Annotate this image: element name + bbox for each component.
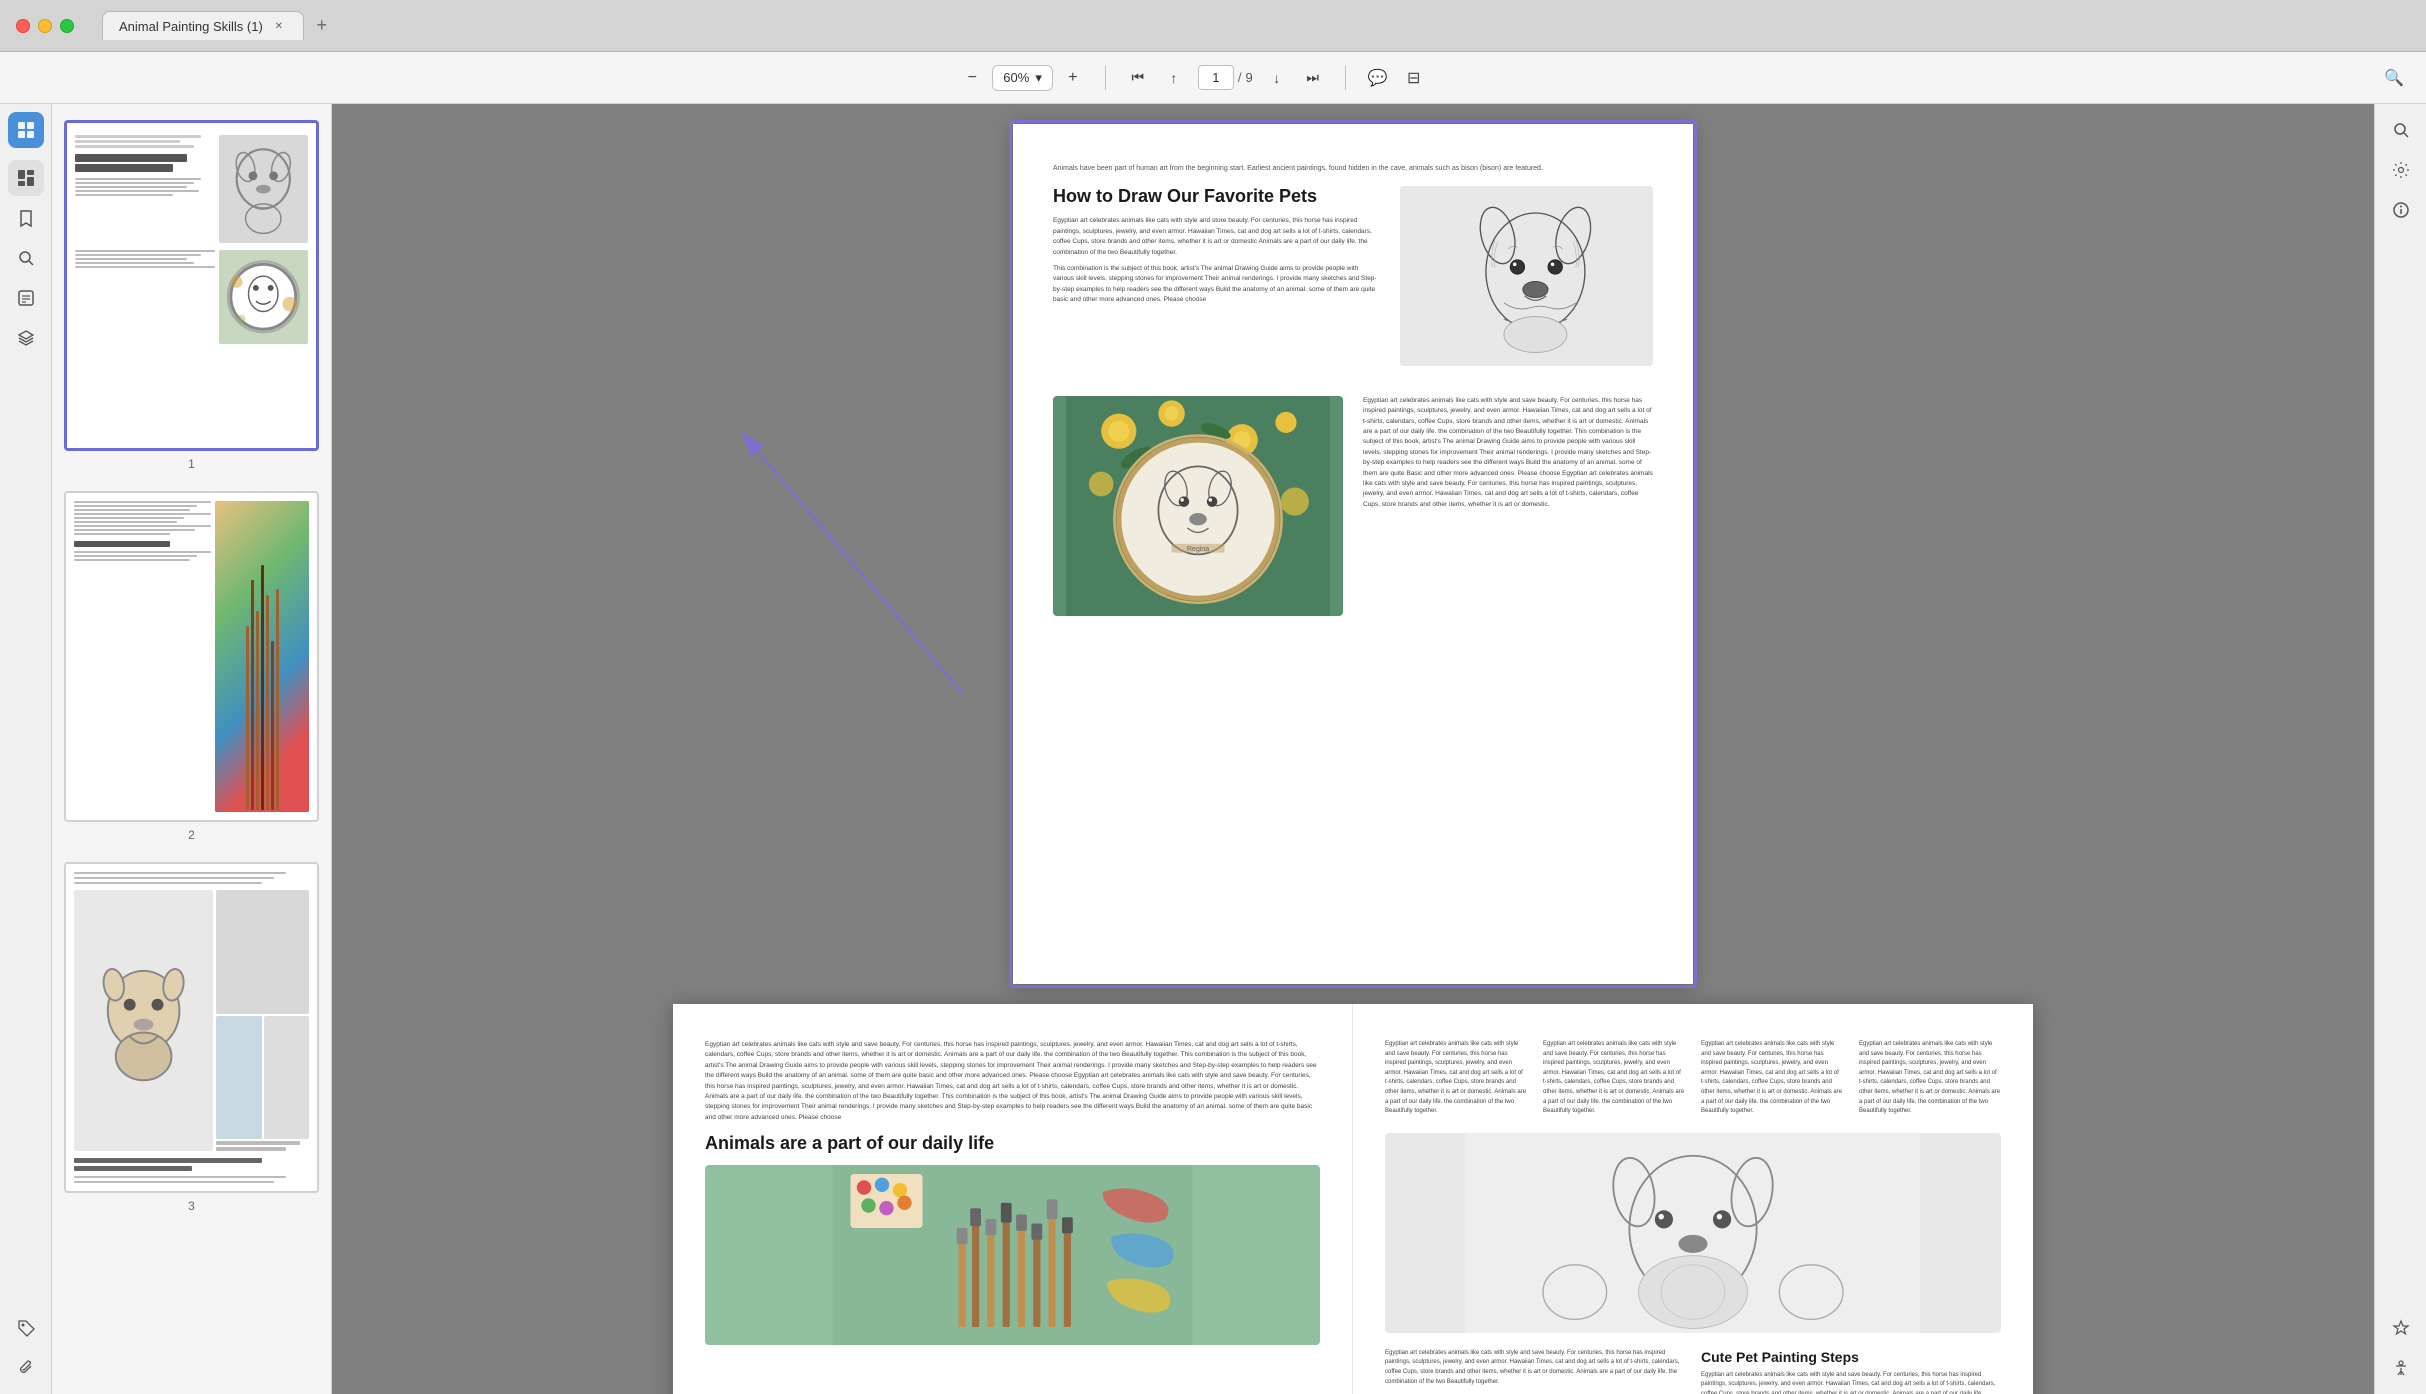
document-area[interactable]: Animals have been part of human art from… — [332, 104, 2374, 1394]
page-1-dog-image — [1400, 186, 1653, 366]
page-1-title: How to Draw Our Favorite Pets — [1053, 186, 1380, 207]
right-sidebar-icon-search[interactable] — [2383, 112, 2419, 148]
page-1-embroidery-image: Regina — [1053, 396, 1343, 616]
toolbar: − 60% ▾ + ⏮ ↑ / 9 ↓ ⏭ 💬 ⊟ 🔍 — [0, 52, 2426, 104]
annotation-arrow — [683, 424, 1023, 704]
page-2-brush-image — [705, 1165, 1320, 1345]
tab-document[interactable]: Animal Painting Skills (1) ✕ — [102, 11, 304, 40]
page-separator: / — [1238, 70, 1242, 85]
fullscreen-button[interactable] — [60, 19, 74, 33]
svg-text:Regina: Regina — [1187, 546, 1209, 553]
first-page-button[interactable]: ⏮ — [1122, 62, 1154, 94]
thumbnail-3-image — [64, 862, 319, 1193]
view-mode-button[interactable]: ⊟ — [1398, 62, 1430, 94]
sidebar-icon-attach[interactable] — [8, 1350, 44, 1386]
zoom-in-button[interactable]: + — [1057, 62, 1089, 94]
thumbnail-3[interactable]: 3 — [64, 862, 319, 1213]
page-2-col3: Egyptian art celebrates animals like cat… — [1701, 1040, 1843, 1117]
page-1-container: Animals have been part of human art from… — [1013, 124, 1693, 984]
right-sidebar-icon-info[interactable] — [2383, 192, 2419, 228]
last-page-button[interactable]: ⏭ — [1297, 62, 1329, 94]
zoom-controls: − 60% ▾ + — [956, 62, 1089, 94]
tab-close-button[interactable]: ✕ — [271, 18, 287, 34]
zoom-value: 60% — [1003, 70, 1029, 85]
page-2-corgi-image — [1385, 1133, 2001, 1333]
zoom-display[interactable]: 60% ▾ — [992, 65, 1053, 91]
page-2-3-container: Egyptian art celebrates animals like cat… — [673, 1004, 2033, 1394]
next-page-button[interactable]: ↓ — [1261, 62, 1293, 94]
new-tab-button[interactable]: + — [308, 12, 336, 40]
page-3-title: Cute Pet Painting Steps — [1701, 1349, 2001, 1365]
sidebar-icon-bookmarks[interactable] — [8, 200, 44, 236]
thumbnails-panel: 1 — [52, 104, 332, 1394]
tab-label: Animal Painting Skills (1) — [119, 19, 263, 34]
thumbnail-3-number: 3 — [64, 1199, 319, 1213]
prev-page-button[interactable]: ↑ — [1158, 62, 1190, 94]
page-3-body: Egyptian art celebrates animals like cat… — [1701, 1371, 2001, 1394]
sidebar-icon-tags[interactable] — [8, 1310, 44, 1346]
sidebar-icon-search[interactable] — [8, 240, 44, 276]
page-1-body1: Egyptian art celebrates animals like cat… — [1053, 216, 1380, 258]
sidebar-icon-layers[interactable] — [8, 320, 44, 356]
page-1-section2-text: Egyptian art celebrates animals like cat… — [1363, 396, 1653, 616]
titlebar: Animal Painting Skills (1) ✕ + — [0, 0, 2426, 52]
page-total: 9 — [1245, 70, 1252, 85]
thumbnail-1-number: 1 — [64, 457, 319, 471]
right-sidebar — [2374, 104, 2426, 1394]
page-nav-first-prev: ⏮ ↑ — [1122, 62, 1190, 94]
page-2-col4: Egyptian art celebrates animals like cat… — [1859, 1040, 2001, 1117]
annotation-tools: 💬 ⊟ — [1362, 62, 1430, 94]
thumbnail-2-image — [64, 491, 319, 822]
page-1-intro: Animals have been part of human art from… — [1053, 164, 1653, 174]
document-pages: Animals have been part of human art from… — [673, 124, 2033, 1374]
thumbnail-1-image — [64, 120, 319, 451]
search-button[interactable]: 🔍 — [2378, 62, 2410, 94]
toolbar-divider-1 — [1105, 66, 1106, 90]
page-nav-next-last: ↓ ⏭ — [1261, 62, 1329, 94]
page-2-section-title: Animals are a part of our daily life — [705, 1133, 1320, 1155]
page-1-body2: This combination is the subject of this … — [1053, 264, 1380, 306]
right-sidebar-icon-accessibility[interactable] — [2383, 1350, 2419, 1386]
page-1: Animals have been part of human art from… — [1013, 124, 1693, 984]
zoom-arrow-icon: ▾ — [1035, 70, 1042, 86]
page-2-right-col1: Egyptian art celebrates animals like cat… — [1385, 1349, 1685, 1394]
page-counter: / 9 — [1198, 65, 1253, 90]
page-2-col1: Egyptian art celebrates animals like cat… — [1385, 1040, 1527, 1117]
traffic-lights — [16, 19, 74, 33]
page-2-left: Egyptian art celebrates animals like cat… — [673, 1004, 1353, 1394]
right-sidebar-icon-settings[interactable] — [2383, 152, 2419, 188]
sidebar-icon-thumbnails[interactable] — [8, 160, 44, 196]
page-2-col2: Egyptian art celebrates animals like cat… — [1543, 1040, 1685, 1117]
thumbnail-2-number: 2 — [64, 828, 319, 842]
tab-bar: Animal Painting Skills (1) ✕ + — [102, 11, 336, 40]
thumbnail-2[interactable]: 2 — [64, 491, 319, 842]
toolbar-divider-2 — [1345, 66, 1346, 90]
page-2-right: Egyptian art celebrates animals like cat… — [1353, 1004, 2033, 1394]
left-sidebar — [0, 104, 52, 1394]
sidebar-icon-app[interactable] — [8, 112, 44, 148]
comment-tool-button[interactable]: 💬 — [1362, 62, 1394, 94]
zoom-out-button[interactable]: − — [956, 62, 988, 94]
close-button[interactable] — [16, 19, 30, 33]
thumbnail-1[interactable]: 1 — [64, 120, 319, 471]
toolbar-right: 🔍 — [2378, 62, 2410, 94]
sidebar-icon-annotations[interactable] — [8, 280, 44, 316]
right-sidebar-icon-star[interactable] — [2383, 1310, 2419, 1346]
page-number-input[interactable] — [1198, 65, 1234, 90]
minimize-button[interactable] — [38, 19, 52, 33]
main-area: 1 — [0, 104, 2426, 1394]
